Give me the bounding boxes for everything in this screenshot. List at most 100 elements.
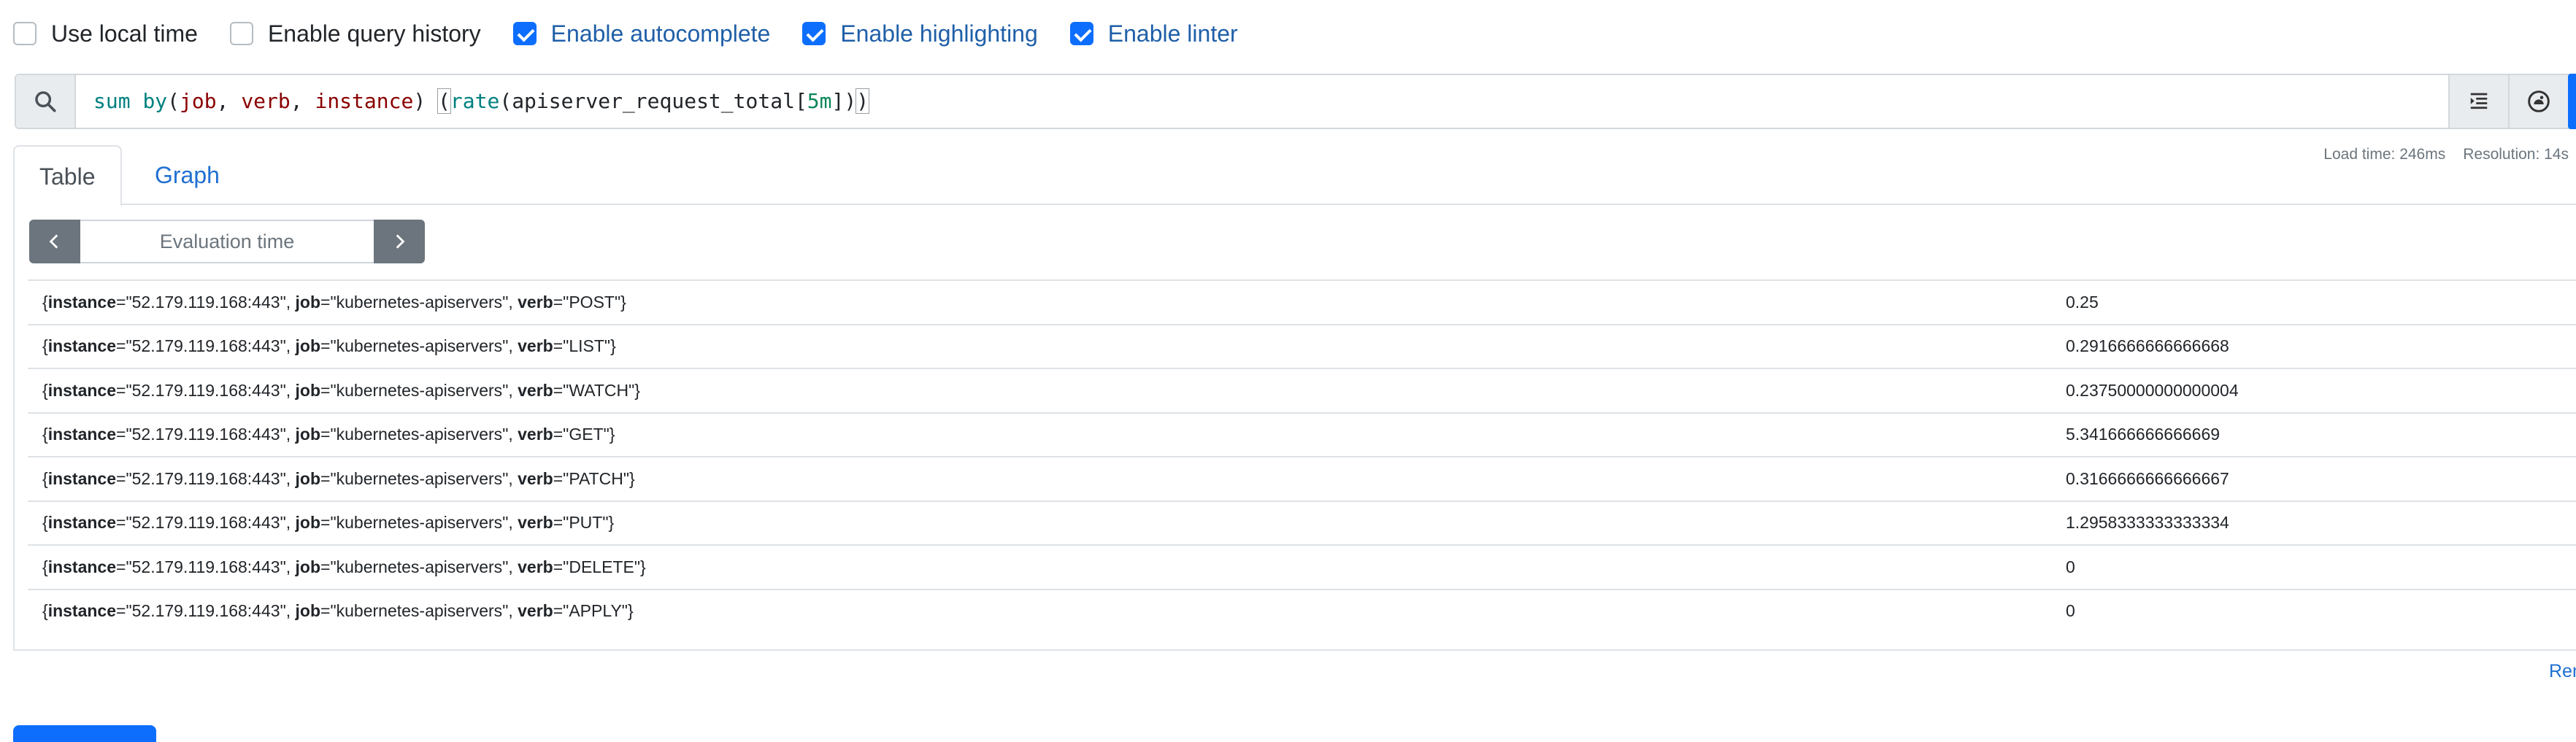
label-name: verb [518,468,553,488]
evaluation-time-picker: Evaluation time [29,220,425,263]
query-history-checkbox[interactable] [229,22,253,45]
sample-value: 0.2916666666666668 [2066,336,2229,356]
label-value: POST [569,292,615,312]
label-name: verb [518,513,553,533]
label-value: kubernetes-apiservers [336,557,503,576]
label-name: instance [47,601,117,621]
label-name: job [295,557,321,576]
label-value: 52.179.119.168:443 [131,380,280,400]
highlighting-checkbox[interactable] [802,22,826,45]
label-value: kubernetes-apiservers [336,601,503,621]
label-name: job [295,336,321,356]
label-value: PATCH [569,468,623,488]
label-value: 52.179.119.168:443 [131,601,280,621]
prev-eval-time-button[interactable] [29,220,80,263]
label-name: verb [518,292,553,312]
metrics-explorer-button[interactable] [2508,75,2568,128]
next-eval-time-button[interactable] [374,220,425,263]
label-name: job [295,292,321,312]
sample-value: 0.3166666666666667 [2066,468,2229,488]
remove-panel-link[interactable]: Rem [2549,661,2576,682]
label-value: 52.179.119.168:443 [131,557,280,576]
label-name: instance [47,292,117,312]
token-paren: ) [844,89,857,113]
token-comma: , [216,89,242,113]
autocomplete-checkbox[interactable] [512,22,537,45]
metrics-explorer-icon [2528,90,2550,112]
token-paren-matched: ( [437,88,451,114]
table-row: {instance="52.179.119.168:443", job="kub… [28,456,2576,501]
tab-graph[interactable]: Graph [130,145,245,206]
format-expression-button[interactable] [2448,75,2508,128]
label-name: verb [518,380,553,400]
expression-editor[interactable]: sum by(job, verb, instance) (rate(apiser… [76,75,2448,128]
series-labels: {instance="52.179.119.168:443", job="kub… [42,425,615,444]
tab-table[interactable]: Table [13,145,122,206]
token-label-instance: instance [315,89,414,113]
linter-label: Enable linter [1107,20,1238,47]
label-name: job [295,468,321,488]
series-labels: {instance="52.179.119.168:443", job="kub… [42,601,634,621]
token-bracket: ] [831,89,845,113]
option-enable-autocomplete[interactable]: Enable autocomplete [512,18,771,50]
sample-value: 0 [2066,557,2075,576]
token-paren-matched: ) [856,88,870,114]
label-value: 52.179.119.168:443 [131,468,280,488]
sample-value: 5.341666666666669 [2066,425,2221,444]
token-label-job: job [180,89,217,113]
label-value: kubernetes-apiservers [336,425,503,444]
series-labels: {instance="52.179.119.168:443", job="kub… [42,292,626,312]
query-history-label: Enable query history [267,20,481,47]
token-duration: 5m [807,89,832,113]
table-row: {instance="52.179.119.168:443", job="kub… [28,411,2576,457]
evaluation-time-input[interactable]: Evaluation time [80,220,374,263]
table-row: {instance="52.179.119.168:443", job="kub… [28,500,2576,545]
token-comma: , [290,89,315,113]
results-table: {instance="52.179.119.168:443", job="kub… [28,279,2576,633]
token-function-rate: rate [450,89,500,113]
label-value: LIST [569,336,604,356]
resolution: Resolution: 14s [2463,146,2569,163]
load-time: Load time: 246ms [2323,146,2446,163]
series-labels: {instance="52.179.119.168:443", job="kub… [42,336,616,356]
add-panel-button[interactable] [13,725,156,742]
expression-input-group: sum by(job, verb, instance) (rate(apiser… [15,74,2576,129]
label-name: instance [47,336,117,356]
label-value: WATCH [569,380,629,400]
autocomplete-label: Enable autocomplete [550,20,771,47]
token-by: by [142,89,168,113]
label-name: job [295,425,321,444]
sample-value: 0.23750000000000004 [2066,380,2239,400]
linter-checkbox[interactable] [1069,22,1093,45]
label-name: verb [518,425,553,444]
label-name: verb [518,336,553,356]
label-value: 52.179.119.168:443 [131,425,280,444]
label-name: instance [47,380,117,400]
table-row: {instance="52.179.119.168:443", job="kub… [28,588,2576,633]
label-value: PUT [569,513,603,533]
table-row: {instance="52.179.119.168:443", job="kub… [28,544,2576,589]
series-labels: {instance="52.179.119.168:443", job="kub… [42,513,615,533]
label-value: 52.179.119.168:443 [131,292,280,312]
option-use-local-time[interactable]: Use local time [13,18,198,50]
search-icon [16,75,76,128]
label-name: instance [47,513,117,533]
label-value: kubernetes-apiservers [336,336,503,356]
label-name: verb [518,601,553,621]
label-value: 52.179.119.168:443 [131,336,280,356]
use-local-time-label: Use local time [51,20,198,47]
use-local-time-checkbox[interactable] [13,22,36,45]
chevron-right-icon [396,234,405,249]
sample-value: 1.2958333333333334 [2066,513,2229,533]
query-options: Use local time Enable query history Enab… [13,18,1270,50]
option-enable-highlighting[interactable]: Enable highlighting [802,18,1038,50]
chevron-left-icon [49,234,58,249]
label-name: instance [47,468,117,488]
series-labels: {instance="52.179.119.168:443", job="kub… [42,380,640,400]
option-enable-query-history[interactable]: Enable query history [229,18,481,50]
option-enable-linter[interactable]: Enable linter [1069,18,1238,50]
token-bracket: [ [794,89,807,113]
series-labels: {instance="52.179.119.168:443", job="kub… [42,557,646,576]
execute-button[interactable] [2568,74,2576,129]
label-name: instance [47,425,117,444]
